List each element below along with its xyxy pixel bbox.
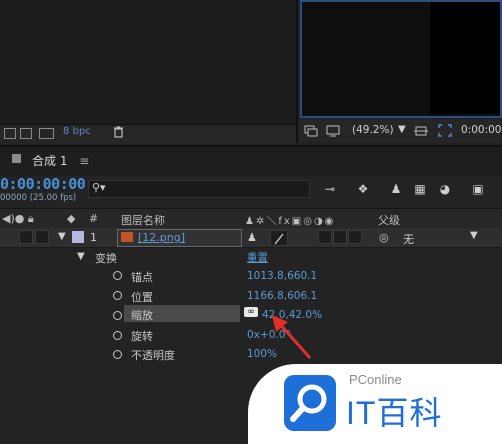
viewer-canvas[interactable]	[430, 2, 500, 114]
motion-blur-icon[interactable]: ◕	[437, 182, 453, 196]
quality-switch[interactable]	[270, 230, 288, 246]
stopwatch-icon[interactable]	[113, 311, 122, 320]
column-parent: 父级	[378, 214, 400, 227]
annotation-arrow	[272, 315, 312, 359]
expand-transform-icon[interactable]: ▼	[77, 251, 85, 262]
tab-menu-icon[interactable]: ≡	[79, 154, 89, 168]
search-icon: ⚲▾	[92, 181, 106, 194]
frame-rate-label: 00000 (25.00 fps)	[0, 193, 77, 203]
tab-label: 合成 1	[32, 154, 68, 168]
layer-number: 1	[90, 231, 97, 244]
region-of-interest-icon[interactable]	[438, 124, 452, 137]
watermark-brand-main: IT百科	[346, 395, 443, 431]
frame-blending-icon[interactable]: ▦	[412, 182, 428, 196]
stopwatch-icon[interactable]	[113, 271, 122, 280]
zoom-level[interactable]: (49.2%)	[352, 124, 394, 136]
zoom-dropdown-arrow-icon[interactable]: ▼	[398, 124, 406, 135]
shy-layers-icon[interactable]: ♟	[388, 182, 404, 196]
watermark-brand-top: PConline	[349, 372, 402, 387]
layer-search-input[interactable]	[88, 180, 310, 198]
shy-switch-icon[interactable]: ♟	[247, 231, 257, 244]
stopwatch-icon[interactable]	[113, 331, 122, 340]
column-hash: #	[89, 212, 99, 225]
prop-opacity: 不透明度	[131, 349, 175, 362]
interpret-footage-icon[interactable]	[4, 128, 16, 139]
video-switch[interactable]	[19, 230, 33, 244]
solo-switch[interactable]	[35, 230, 49, 244]
stopwatch-icon[interactable]	[113, 291, 122, 300]
current-time-display[interactable]: 0:00:00:00	[0, 175, 86, 193]
adjustment-switch[interactable]	[348, 230, 362, 244]
expand-layer-icon[interactable]: ▼	[58, 231, 66, 242]
prop-position: 位置	[131, 291, 153, 304]
constrain-proportions-link-icon[interactable]: ∞	[244, 307, 258, 317]
project-panel	[0, 0, 298, 143]
prop-rotation: 旋转	[131, 330, 153, 343]
reset-link[interactable]: 重置	[247, 250, 268, 265]
layer-name[interactable]: [12.png]	[138, 231, 185, 244]
quality-slash-icon	[274, 233, 284, 245]
trash-icon[interactable]	[113, 126, 124, 138]
layer-label-color[interactable]	[72, 231, 84, 243]
label-column-icon[interactable]: ◆	[67, 212, 75, 225]
draft-3d-icon[interactable]: ❖	[355, 182, 371, 196]
image-file-icon	[121, 232, 133, 242]
prop-scale: 缩放	[131, 309, 153, 322]
effect-switch[interactable]	[318, 230, 332, 244]
parent-pickwhip-icon[interactable]: ◎	[379, 231, 389, 244]
project-toolbar	[0, 124, 296, 144]
anchor-point-value[interactable]: 1013.8,660.1	[247, 270, 317, 282]
column-layer-name[interactable]: 图层名称	[121, 212, 165, 228]
av-switches-icons: ◀)● 🔒︎	[2, 212, 34, 225]
tab-composition-1[interactable]: 合成 1 ≡	[32, 152, 89, 169]
comp-mini-flowchart-icon[interactable]: ⊸	[322, 182, 338, 196]
position-value[interactable]: 1166.8,606.1	[247, 290, 317, 302]
transform-group-label[interactable]: 变换	[95, 250, 117, 266]
chevron-down-icon[interactable]: ▼	[470, 230, 478, 241]
pconline-logo-icon	[284, 375, 336, 431]
new-composition-icon[interactable]	[39, 128, 54, 139]
prop-anchor-point: 锚点	[131, 271, 153, 284]
monitor-icon[interactable]	[326, 125, 340, 137]
bit-depth-label[interactable]: 8 bpc	[63, 126, 91, 137]
safe-area-icon[interactable]	[414, 125, 428, 137]
layer-switches-icons: ♟✲＼fx▣◎◑◉	[245, 216, 336, 227]
viewer-timecode[interactable]: 0:00:00	[461, 124, 501, 136]
stopwatch-icon[interactable]	[113, 350, 122, 359]
parent-value: 无	[403, 233, 414, 246]
snapshot-icon[interactable]	[304, 125, 318, 137]
blend-switch[interactable]	[333, 230, 347, 244]
comp-color-swatch	[12, 154, 21, 163]
new-folder-icon[interactable]	[20, 128, 32, 139]
graph-editor-icon[interactable]: ▣	[470, 182, 486, 196]
